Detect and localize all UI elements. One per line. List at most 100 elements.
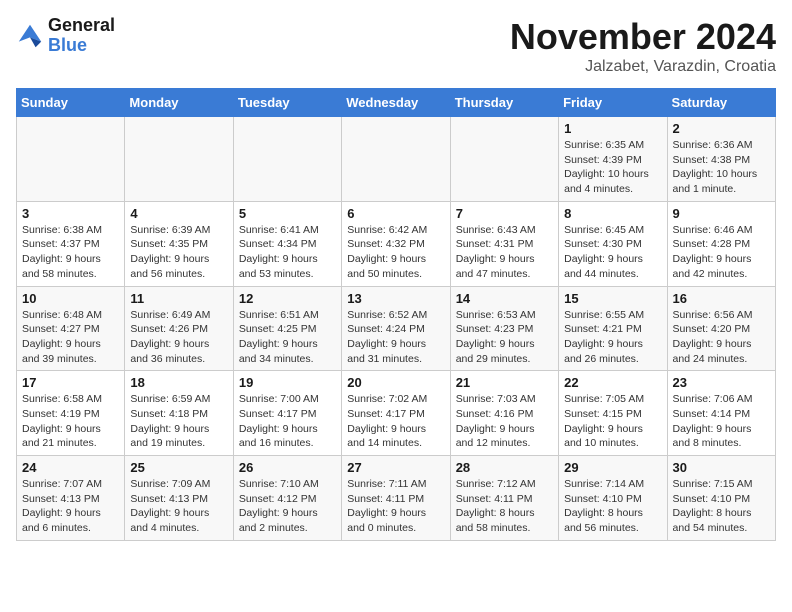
calendar-cell: 22 Sunrise: 7:05 AM Sunset: 4:15 PM Dayli… [559, 371, 667, 456]
day-number: 5 [239, 206, 336, 221]
calendar-cell: 9 Sunrise: 6:46 AM Sunset: 4:28 PM Daylig… [667, 201, 775, 286]
day-info: Sunrise: 7:00 AM Sunset: 4:17 PM Dayligh… [239, 392, 336, 451]
logo: General Blue [16, 16, 115, 56]
day-number: 22 [564, 375, 661, 390]
calendar-cell: 26Sunrise: 7:10 AM Sunset: 4:12 PM Dayli… [233, 456, 341, 541]
day-info: Sunrise: 6:35 AM Sunset: 4:39 PM Dayligh… [564, 138, 661, 197]
day-info: Sunrise: 7:14 AM Sunset: 4:10 PM Dayligh… [564, 477, 661, 536]
day-number: 7 [456, 206, 553, 221]
day-number: 2 [673, 121, 770, 136]
day-number: 23 [673, 375, 770, 390]
weekday-header-sunday: Sunday [17, 89, 125, 117]
day-number: 18 [130, 375, 227, 390]
day-number: 20 [347, 375, 444, 390]
calendar-cell: 11 Sunrise: 6:49 AM Sunset: 4:26 PM Dayli… [125, 286, 233, 371]
day-number: 16 [673, 291, 770, 306]
logo-icon [16, 22, 44, 50]
day-info: Sunrise: 7:09 AM Sunset: 4:13 PM Dayligh… [130, 477, 227, 536]
day-info: Sunrise: 6:59 AM Sunset: 4:18 PM Dayligh… [130, 392, 227, 451]
weekday-header-thursday: Thursday [450, 89, 558, 117]
day-number: 12 [239, 291, 336, 306]
logo-text: General Blue [48, 16, 115, 56]
day-number: 9 [673, 206, 770, 221]
calendar-cell [17, 117, 125, 202]
weekday-header-saturday: Saturday [667, 89, 775, 117]
calendar-week-0: 1Sunrise: 6:35 AM Sunset: 4:39 PM Daylig… [17, 117, 776, 202]
calendar-cell: 24 Sunrise: 7:07 AM Sunset: 4:13 PM Dayli… [17, 456, 125, 541]
weekday-header-monday: Monday [125, 89, 233, 117]
calendar-cell [125, 117, 233, 202]
day-info: Sunrise: 6:51 AM Sunset: 4:25 PM Dayligh… [239, 308, 336, 367]
calendar-cell: 15Sunrise: 6:55 AM Sunset: 4:21 PM Dayli… [559, 286, 667, 371]
day-number: 28 [456, 460, 553, 475]
day-info: Sunrise: 7:02 AM Sunset: 4:17 PM Dayligh… [347, 392, 444, 451]
day-info: Sunrise: 7:12 AM Sunset: 4:11 PM Dayligh… [456, 477, 553, 536]
calendar-cell: 12 Sunrise: 6:51 AM Sunset: 4:25 PM Dayli… [233, 286, 341, 371]
weekday-header-wednesday: Wednesday [342, 89, 450, 117]
calendar-table: SundayMondayTuesdayWednesdayThursdayFrid… [16, 88, 776, 541]
calendar-cell: 17Sunrise: 6:58 AM Sunset: 4:19 PM Dayli… [17, 371, 125, 456]
calendar-cell: 29 Sunrise: 7:14 AM Sunset: 4:10 PM Dayli… [559, 456, 667, 541]
calendar-cell: 8Sunrise: 6:45 AM Sunset: 4:30 PM Daylig… [559, 201, 667, 286]
day-number: 14 [456, 291, 553, 306]
day-number: 25 [130, 460, 227, 475]
day-info: Sunrise: 7:07 AM Sunset: 4:13 PM Dayligh… [22, 477, 119, 536]
day-number: 17 [22, 375, 119, 390]
day-number: 15 [564, 291, 661, 306]
calendar-cell: 4 Sunrise: 6:39 AM Sunset: 4:35 PM Daylig… [125, 201, 233, 286]
day-number: 4 [130, 206, 227, 221]
calendar-cell [233, 117, 341, 202]
calendar-cell: 3Sunrise: 6:38 AM Sunset: 4:37 PM Daylig… [17, 201, 125, 286]
calendar-cell: 21 Sunrise: 7:03 AM Sunset: 4:16 PM Dayli… [450, 371, 558, 456]
day-info: Sunrise: 7:10 AM Sunset: 4:12 PM Dayligh… [239, 477, 336, 536]
day-info: Sunrise: 7:05 AM Sunset: 4:15 PM Dayligh… [564, 392, 661, 451]
calendar-cell: 5Sunrise: 6:41 AM Sunset: 4:34 PM Daylig… [233, 201, 341, 286]
day-info: Sunrise: 6:56 AM Sunset: 4:20 PM Dayligh… [673, 308, 770, 367]
calendar-cell: 18 Sunrise: 6:59 AM Sunset: 4:18 PM Dayli… [125, 371, 233, 456]
weekday-header-tuesday: Tuesday [233, 89, 341, 117]
header-row: SundayMondayTuesdayWednesdayThursdayFrid… [17, 89, 776, 117]
day-number: 6 [347, 206, 444, 221]
page-header: General Blue November 2024 Jalzabet, Var… [16, 16, 776, 76]
day-info: Sunrise: 6:49 AM Sunset: 4:26 PM Dayligh… [130, 308, 227, 367]
calendar-week-1: 3Sunrise: 6:38 AM Sunset: 4:37 PM Daylig… [17, 201, 776, 286]
day-info: Sunrise: 7:06 AM Sunset: 4:14 PM Dayligh… [673, 392, 770, 451]
day-number: 8 [564, 206, 661, 221]
calendar-cell: 6 Sunrise: 6:42 AM Sunset: 4:32 PM Daylig… [342, 201, 450, 286]
day-info: Sunrise: 6:39 AM Sunset: 4:35 PM Dayligh… [130, 223, 227, 282]
calendar-body: 1Sunrise: 6:35 AM Sunset: 4:39 PM Daylig… [17, 117, 776, 541]
calendar-cell: 27Sunrise: 7:11 AM Sunset: 4:11 PM Dayli… [342, 456, 450, 541]
day-info: Sunrise: 6:48 AM Sunset: 4:27 PM Dayligh… [22, 308, 119, 367]
day-number: 24 [22, 460, 119, 475]
title-area: November 2024 Jalzabet, Varazdin, Croati… [510, 16, 776, 76]
day-number: 21 [456, 375, 553, 390]
day-number: 29 [564, 460, 661, 475]
day-info: Sunrise: 7:11 AM Sunset: 4:11 PM Dayligh… [347, 477, 444, 536]
day-info: Sunrise: 6:42 AM Sunset: 4:32 PM Dayligh… [347, 223, 444, 282]
calendar-header: SundayMondayTuesdayWednesdayThursdayFrid… [17, 89, 776, 117]
calendar-cell: 10 Sunrise: 6:48 AM Sunset: 4:27 PM Dayli… [17, 286, 125, 371]
calendar-cell: 23 Sunrise: 7:06 AM Sunset: 4:14 PM Dayli… [667, 371, 775, 456]
calendar-cell: 16 Sunrise: 6:56 AM Sunset: 4:20 PM Dayli… [667, 286, 775, 371]
calendar-cell: 30 Sunrise: 7:15 AM Sunset: 4:10 PM Dayli… [667, 456, 775, 541]
weekday-header-friday: Friday [559, 89, 667, 117]
calendar-cell [450, 117, 558, 202]
day-number: 13 [347, 291, 444, 306]
day-number: 11 [130, 291, 227, 306]
calendar-week-4: 24 Sunrise: 7:07 AM Sunset: 4:13 PM Dayli… [17, 456, 776, 541]
day-number: 30 [673, 460, 770, 475]
day-info: Sunrise: 7:03 AM Sunset: 4:16 PM Dayligh… [456, 392, 553, 451]
calendar-cell: 13 Sunrise: 6:52 AM Sunset: 4:24 PM Dayli… [342, 286, 450, 371]
calendar-cell: 14Sunrise: 6:53 AM Sunset: 4:23 PM Dayli… [450, 286, 558, 371]
day-number: 3 [22, 206, 119, 221]
day-info: Sunrise: 6:52 AM Sunset: 4:24 PM Dayligh… [347, 308, 444, 367]
day-info: Sunrise: 6:43 AM Sunset: 4:31 PM Dayligh… [456, 223, 553, 282]
calendar-title: November 2024 [510, 16, 776, 58]
calendar-cell: 28 Sunrise: 7:12 AM Sunset: 4:11 PM Dayli… [450, 456, 558, 541]
day-info: Sunrise: 6:46 AM Sunset: 4:28 PM Dayligh… [673, 223, 770, 282]
day-number: 10 [22, 291, 119, 306]
calendar-week-3: 17Sunrise: 6:58 AM Sunset: 4:19 PM Dayli… [17, 371, 776, 456]
calendar-cell: 2 Sunrise: 6:36 AM Sunset: 4:38 PM Daylig… [667, 117, 775, 202]
day-info: Sunrise: 6:36 AM Sunset: 4:38 PM Dayligh… [673, 138, 770, 197]
day-info: Sunrise: 7:15 AM Sunset: 4:10 PM Dayligh… [673, 477, 770, 536]
